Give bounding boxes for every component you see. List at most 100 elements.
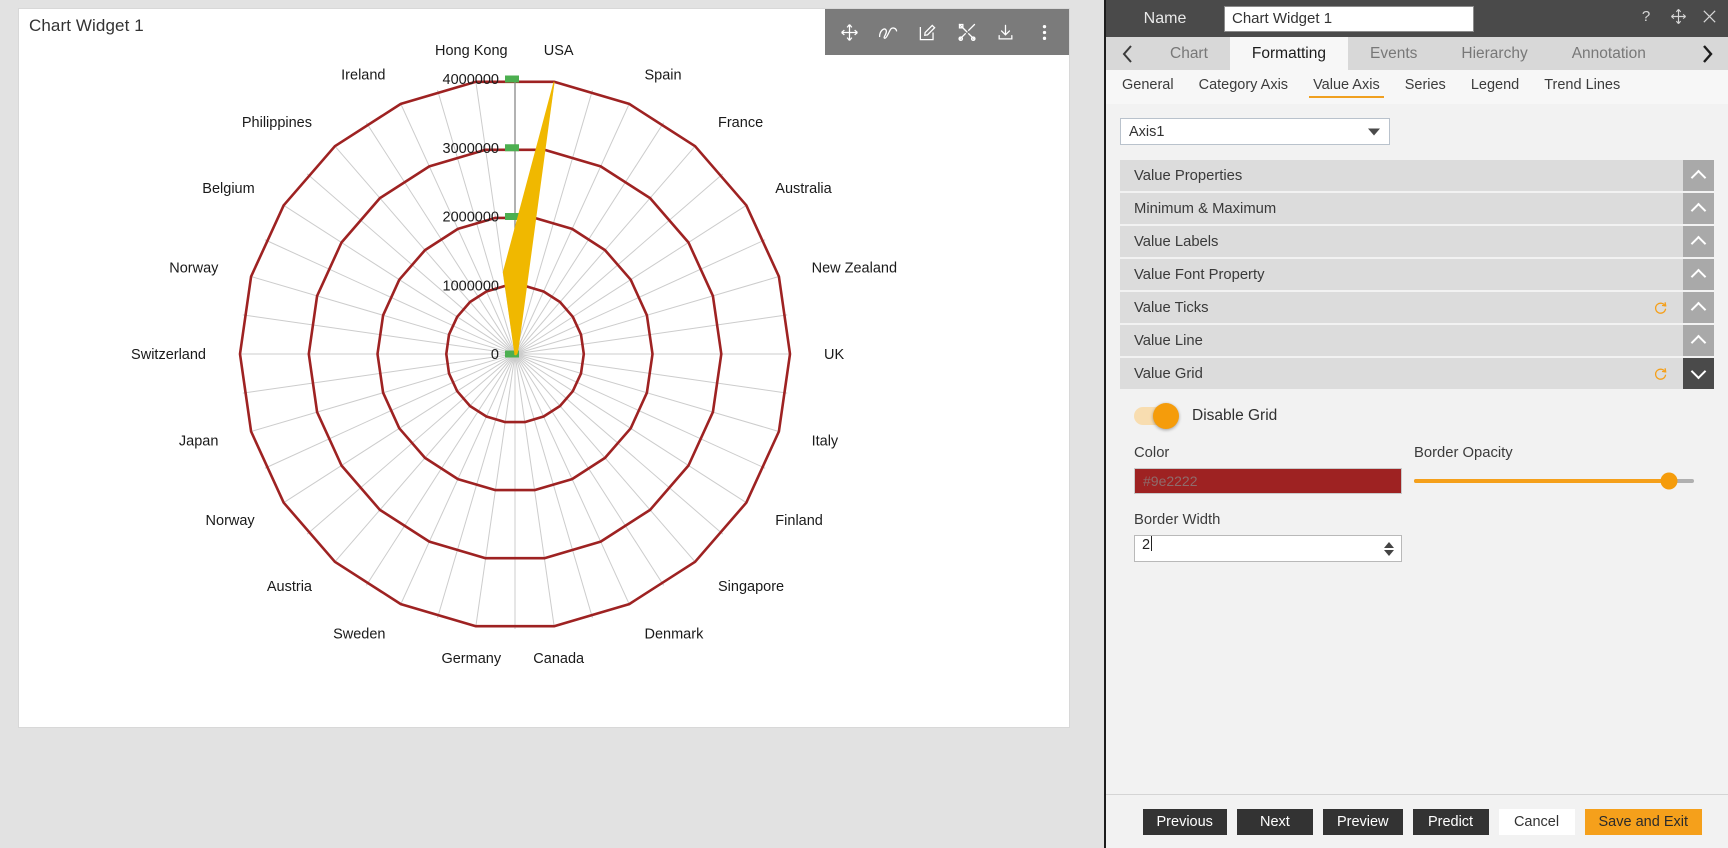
panel-body: Axis1 Value Properties Minimum & Maximum V… <box>1106 104 1728 794</box>
svg-text:Singapore: Singapore <box>718 579 784 595</box>
panel-titlebar: Name ? <box>1106 0 1728 37</box>
accordion-header[interactable]: Value Labels <box>1120 226 1714 257</box>
chevron-up-icon[interactable] <box>1683 226 1714 257</box>
svg-text:?: ? <box>1642 8 1650 25</box>
axis-select[interactable]: Axis1 <box>1120 118 1390 145</box>
chevron-up-icon[interactable] <box>1683 160 1714 191</box>
save-and-exit-button[interactable]: Save and Exit <box>1584 808 1702 835</box>
chevron-up-icon[interactable] <box>1683 325 1714 356</box>
chart-canvas-pane: Chart Widget 1 0 1000000 2000000 3000000… <box>0 0 1104 848</box>
accordion-item-value-line: Value Line <box>1120 325 1714 356</box>
disable-grid-row: Disable Grid <box>1134 403 1700 429</box>
tab-hierarchy[interactable]: Hierarchy <box>1439 37 1549 70</box>
border-width-spinner: 2 <box>1134 535 1402 562</box>
accordion-item-value-ticks: Value Ticks <box>1120 292 1714 323</box>
chevron-up-icon[interactable] <box>1683 259 1714 290</box>
accordion-item-minimum-maximum: Minimum & Maximum <box>1120 193 1714 224</box>
accordion-header[interactable]: Value Font Property <box>1120 259 1714 290</box>
accordion-header[interactable]: Value Grid <box>1120 358 1714 389</box>
app-root: Chart Widget 1 0 1000000 2000000 3000000… <box>0 0 1728 848</box>
subtab-category-axis[interactable]: Category Axis <box>1195 77 1292 97</box>
chevron-up-icon[interactable] <box>1683 193 1714 224</box>
accordion-header[interactable]: Minimum & Maximum <box>1120 193 1714 224</box>
subtab-general[interactable]: General <box>1118 77 1178 97</box>
svg-text:Australia: Australia <box>775 181 832 197</box>
color-label: Color <box>1134 445 1170 461</box>
border-opacity-label: Border Opacity <box>1414 445 1513 461</box>
accordion-item-value-grid: Value Grid Disable Grid Color #9e2222 Border… <box>1120 358 1714 582</box>
chart-widget-card: Chart Widget 1 0 1000000 2000000 3000000… <box>18 8 1070 728</box>
cancel-button[interactable]: Cancel <box>1498 808 1575 835</box>
accordion-header[interactable]: Value Properties <box>1120 160 1714 191</box>
svg-text:Sweden: Sweden <box>333 626 385 642</box>
tab-label: Formatting <box>1251 44 1326 62</box>
subtab-value-axis[interactable]: Value Axis <box>1309 77 1384 98</box>
tab-label: Hierarchy <box>1461 44 1528 62</box>
slider-track <box>1414 472 1694 490</box>
subtab-legend[interactable]: Legend <box>1467 77 1523 97</box>
previous-button[interactable]: Previous <box>1142 808 1227 835</box>
accordion-header[interactable]: Value Ticks <box>1120 292 1714 323</box>
color-swatch-input[interactable]: #9e2222 <box>1134 468 1402 494</box>
panel-footer: Previous Next Preview Predict Cancel Save and… <box>1106 794 1728 848</box>
preview-button[interactable]: Preview <box>1322 808 1403 835</box>
slider-thumb[interactable] <box>1660 472 1678 490</box>
sub-tabs: General Category Axis Value Axis Series Lege… <box>1106 70 1728 104</box>
accordion-header[interactable]: Value Line <box>1120 325 1714 356</box>
svg-text:0: 0 <box>491 347 499 363</box>
tab-events[interactable]: Events <box>1348 37 1439 70</box>
svg-text:Norway: Norway <box>206 513 256 529</box>
svg-text:Germany: Germany <box>441 651 501 667</box>
svg-text:Spain: Spain <box>645 68 682 84</box>
spinner-up-icon[interactable] <box>1384 541 1394 548</box>
next-button[interactable]: Next <box>1236 808 1313 835</box>
border-width-input[interactable]: 2 <box>1134 535 1402 562</box>
tabs-prev-arrow[interactable] <box>1106 37 1148 70</box>
tab-annotation[interactable]: Annotation <box>1550 37 1668 70</box>
axis-select-wrapper: Axis1 <box>1120 104 1714 145</box>
svg-text:3000000: 3000000 <box>443 141 499 157</box>
accordion-title: Value Line <box>1134 332 1203 349</box>
subtab-trend-lines[interactable]: Trend Lines <box>1540 77 1624 97</box>
subtab-series[interactable]: Series <box>1401 77 1450 97</box>
tabs-next-arrow[interactable] <box>1686 37 1728 70</box>
help-icon[interactable]: ? <box>1641 8 1656 29</box>
predict-button[interactable]: Predict <box>1412 808 1489 835</box>
reset-icon[interactable] <box>1653 300 1668 315</box>
color-field: Color #9e2222 <box>1134 445 1402 494</box>
main-tabs: Chart Formatting Events Hierarchy Annotation <box>1106 37 1728 70</box>
tab-label: Annotation <box>1571 44 1646 62</box>
widget-name-input[interactable] <box>1224 5 1474 32</box>
polar-chart[interactable]: 0 1000000 2000000 3000000 4000000 USA Spain Fra… <box>19 43 1071 723</box>
tab-label: Events <box>1370 44 1418 62</box>
svg-text:Belgium: Belgium <box>202 181 254 197</box>
tab-formatting[interactable]: Formatting <box>1229 37 1348 70</box>
chevron-down-icon <box>1368 128 1380 135</box>
spinner-arrows[interactable] <box>1384 541 1394 556</box>
chevron-up-icon[interactable] <box>1683 292 1714 323</box>
chevron-down-icon[interactable] <box>1683 358 1714 389</box>
svg-text:USA: USA <box>544 43 574 59</box>
svg-text:2000000: 2000000 <box>443 210 499 226</box>
accordion-title: Value Grid <box>1134 365 1203 382</box>
toggle-knob <box>1153 403 1179 429</box>
accordion-list: Value Properties Minimum & Maximum Value L… <box>1120 160 1714 582</box>
reset-icon[interactable] <box>1653 366 1668 381</box>
svg-text:Philippines: Philippines <box>242 115 312 131</box>
close-icon[interactable] <box>1701 8 1718 29</box>
border-opacity-field: Border Opacity <box>1414 445 1694 494</box>
value-grid-body: Disable Grid Color #9e2222 Border Opacity Bo… <box>1120 389 1714 582</box>
properties-panel: Name ? <box>1104 0 1728 848</box>
svg-text:Norway: Norway <box>169 261 219 277</box>
border-opacity-slider[interactable] <box>1414 468 1694 494</box>
move-icon[interactable] <box>1670 8 1687 29</box>
svg-text:Ireland: Ireland <box>341 68 385 84</box>
tab-label: Chart <box>1170 44 1208 62</box>
spinner-down-icon[interactable] <box>1384 549 1394 556</box>
accordion-item-value-properties: Value Properties <box>1120 160 1714 191</box>
tab-chart[interactable]: Chart <box>1148 37 1230 70</box>
border-width-field: Border Width 2 <box>1134 512 1700 562</box>
svg-text:New Zealand: New Zealand <box>812 261 897 277</box>
svg-text:1000000: 1000000 <box>443 278 499 294</box>
disable-grid-toggle[interactable] <box>1134 403 1179 429</box>
